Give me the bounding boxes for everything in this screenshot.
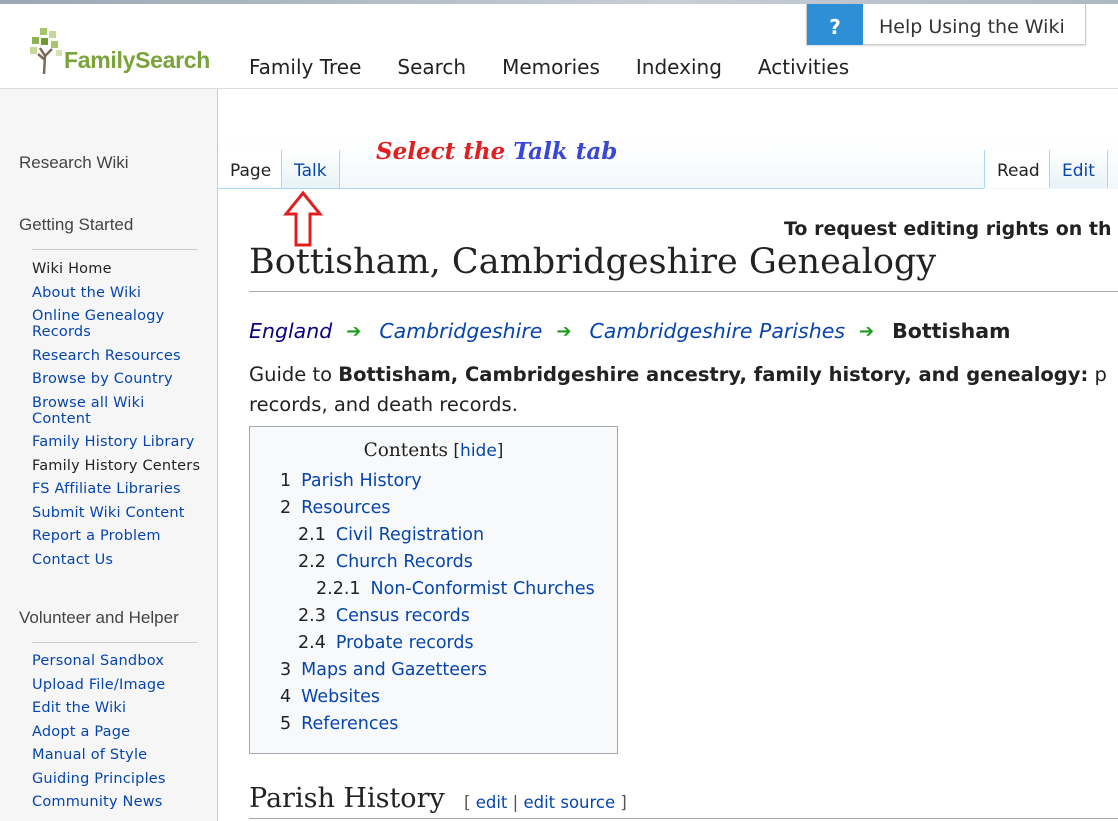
sidebar-item-browse-all-wiki-content[interactable]: Browse all Wiki Content (32, 395, 207, 427)
sidebar-divider (32, 249, 197, 250)
intro-line-2: records, and death records. (249, 393, 518, 416)
arrow-right-icon: ➔ (859, 320, 875, 342)
logo-text: FamilySearch (64, 47, 210, 73)
toc-hide-link[interactable]: hide (460, 441, 497, 461)
breadcrumb: England ➔ Cambridgeshire ➔ Cambridgeshir… (249, 319, 1010, 343)
editing-rights-notice: To request editing rights on th (784, 218, 1112, 240)
tab-page[interactable]: Page (218, 150, 284, 188)
tab-edit[interactable]: Edit (1049, 150, 1108, 188)
sidebar-item-fs-affiliate-libraries[interactable]: FS Affiliate Libraries (32, 481, 207, 497)
sidebar-item-family-history-centers[interactable]: Family History Centers (32, 458, 207, 474)
sidebar-item-submit-wiki-content[interactable]: Submit Wiki Content (32, 505, 207, 521)
arrow-right-icon: ➔ (556, 320, 572, 342)
section-divider (249, 818, 1118, 819)
sidebar-title[interactable]: Research Wiki (19, 153, 129, 173)
annotation-text: Select the (376, 138, 514, 165)
sidebar-item-about-the-wiki[interactable]: About the Wiki (32, 285, 207, 301)
annotation-highlight: Talk tab (513, 138, 618, 165)
nav-memories[interactable]: Memories (502, 55, 600, 79)
section-edit-link[interactable]: edit (476, 793, 508, 812)
sidebar-heading-volunteer: Volunteer and Helper (19, 608, 179, 627)
sidebar-list-volunteer: Personal Sandbox Upload File/Image Edit … (32, 653, 207, 818)
nav-search[interactable]: Search (397, 55, 466, 79)
intro-tail: p (1088, 363, 1107, 386)
help-label: Help Using the Wiki (879, 16, 1065, 38)
intro-paragraph: Guide to Bottisham, Cambridgeshire ances… (249, 360, 1118, 420)
sidebar-item-personal-sandbox[interactable]: Personal Sandbox (32, 653, 207, 669)
toc-item[interactable]: 2.3 Census records (298, 606, 470, 626)
tab-bar (218, 140, 1118, 189)
sidebar-item-adopt-a-page[interactable]: Adopt a Page (32, 724, 207, 740)
toc-header: Contents [hide] (363, 440, 504, 461)
question-mark-icon: ? (807, 4, 863, 45)
instruction-annotation: Select the Talk tab (376, 138, 617, 165)
sidebar-item-report-a-problem[interactable]: Report a Problem (32, 528, 207, 544)
sidebar-item-manual-of-style[interactable]: Manual of Style (32, 747, 207, 763)
up-arrow-icon (283, 190, 323, 247)
intro-bold: Bottisham, Cambridgeshire ancestry, fami… (338, 363, 1089, 386)
sidebar-item-guiding-principles[interactable]: Guiding Principles (32, 771, 207, 787)
main-nav: Family Tree Search Memories Indexing Act… (249, 55, 885, 79)
toc-item[interactable]: 4 Websites (280, 687, 380, 707)
section-edit-source-link[interactable]: edit source (523, 793, 615, 812)
sidebar-item-family-history-library[interactable]: Family History Library (32, 434, 207, 450)
arrow-right-icon: ➔ (346, 320, 362, 342)
sidebar-divider (32, 642, 197, 643)
breadcrumb-cambridgeshire[interactable]: Cambridgeshire (379, 319, 542, 343)
intro-prefix: Guide to (249, 363, 339, 386)
sidebar-heading-getting-started: Getting Started (19, 215, 134, 234)
help-using-wiki-button[interactable]: ? Help Using the Wiki (806, 4, 1086, 45)
nav-activities[interactable]: Activities (758, 55, 849, 79)
sidebar-list-getting-started: Wiki Home About the Wiki Online Genealog… (32, 261, 207, 575)
page-title: Bottisham, Cambridgeshire Genealogy (249, 242, 937, 282)
nav-family-tree[interactable]: Family Tree (249, 55, 361, 79)
tab-bar-border (218, 188, 984, 189)
sidebar-item-community-news[interactable]: Community News (32, 794, 207, 810)
title-divider (249, 291, 1118, 292)
toc-item[interactable]: 2.1 Civil Registration (298, 525, 484, 545)
toc-item[interactable]: 2.2 Church Records (298, 552, 473, 572)
sidebar-item-contact-us[interactable]: Contact Us (32, 552, 207, 568)
toc-item[interactable]: 5 References (280, 714, 398, 734)
toc-item[interactable]: 1 Parish History (280, 471, 422, 491)
breadcrumb-cambridgeshire-parishes[interactable]: Cambridgeshire Parishes (589, 319, 845, 343)
tab-read[interactable]: Read (984, 150, 1052, 188)
table-of-contents: Contents [hide] 1 Parish History 2 Resourc… (249, 426, 618, 754)
family-tree-logo-icon (30, 28, 62, 74)
tab-talk[interactable]: Talk (281, 150, 340, 188)
toc-item[interactable]: 2 Resources (280, 498, 391, 518)
toc-item[interactable]: 2.4 Probate records (298, 633, 474, 653)
sidebar: Research Wiki Getting Started Wiki Home … (0, 89, 218, 821)
section-edit-links: [ edit | edit source ] (464, 793, 627, 812)
sidebar-item-online-genealogy-records[interactable]: Online Genealogy Records (32, 308, 207, 340)
breadcrumb-current: Bottisham (892, 319, 1011, 343)
section-heading-parish-history: Parish History (249, 783, 445, 814)
sidebar-item-research-resources[interactable]: Research Resources (32, 348, 207, 364)
toc-item[interactable]: 2.2.1 Non-Conformist Churches (316, 579, 595, 599)
sidebar-item-wiki-home[interactable]: Wiki Home (32, 261, 207, 277)
sidebar-item-upload-file-image[interactable]: Upload File/Image (32, 677, 207, 693)
toc-item[interactable]: 3 Maps and Gazetteers (280, 660, 487, 680)
sidebar-item-edit-the-wiki[interactable]: Edit the Wiki (32, 700, 207, 716)
sidebar-item-browse-by-country[interactable]: Browse by Country (32, 371, 207, 387)
nav-indexing[interactable]: Indexing (636, 55, 722, 79)
breadcrumb-england[interactable]: England (249, 319, 332, 343)
toc-title: Contents (363, 440, 448, 461)
